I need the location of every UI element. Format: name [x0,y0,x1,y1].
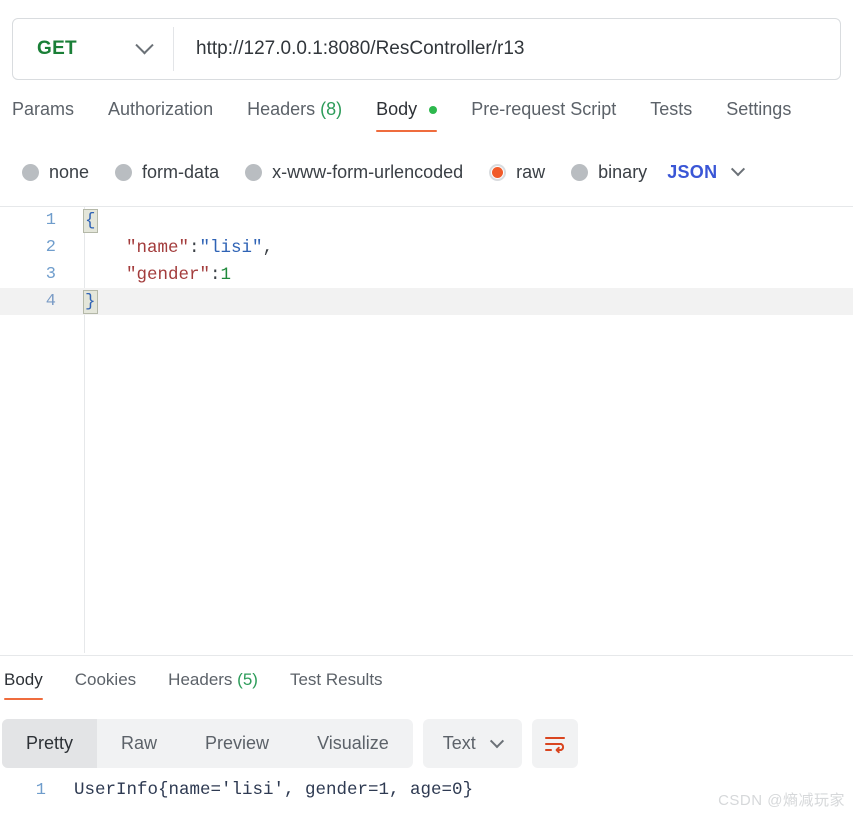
line-number: 4 [45,292,56,311]
response-tab-body-label: Body [4,670,43,689]
word-wrap-toggle[interactable] [531,719,578,768]
tab-pre-request-script[interactable]: Pre-request Script [454,96,633,130]
response-tab-headers-label: Headers [168,670,233,689]
tab-headers-label: Headers [247,99,316,119]
body-modified-dot-icon [429,106,438,115]
raw-format-selector[interactable]: JSON [667,161,746,183]
json-key-gender: "gender" [126,264,211,285]
word-wrap-icon [544,736,565,753]
tab-headers[interactable]: Headers (8) [230,96,359,130]
tab-pre-request-script-label: Pre-request Script [471,99,617,119]
response-tab-test-results-label: Test Results [289,670,383,689]
tab-settings-label: Settings [726,99,792,119]
open-brace-token: { [83,208,98,233]
response-tab-bar: Body Cookies Headers (5) Test Results [0,668,853,708]
line-number: 1 [45,211,56,230]
response-tab-test-results[interactable]: Test Results [274,668,399,700]
radio-none-icon [22,163,39,181]
line-number: 2 [45,238,56,257]
response-format-label: Text [442,733,476,753]
request-url-input[interactable] [174,19,840,79]
body-type-none[interactable]: none [22,162,89,183]
close-brace-token: } [83,289,98,314]
request-body-editor[interactable]: 1 { 2 "name":"lisi", 3 "gender":1 4 } [0,206,853,653]
radio-form-data-icon [115,163,133,181]
view-mode-preview-label: Preview [205,733,270,753]
body-type-urlencoded-label: x-www-form-urlencoded [272,161,464,182]
json-comma: , [262,237,274,258]
watermark: CSDN @熵减玩家 [718,792,845,809]
body-type-none-label: none [49,161,90,182]
response-tab-cookies-label: Cookies [74,670,137,689]
json-colon: : [189,237,200,258]
body-type-binary-label: binary [598,161,648,182]
tab-authorization[interactable]: Authorization [91,96,230,130]
response-tab-headers-count: (5) [237,670,258,689]
view-mode-preview[interactable]: Preview [181,719,293,768]
body-type-urlencoded[interactable]: x-www-form-urlencoded [245,162,463,183]
http-method-selector[interactable]: GET [13,19,173,79]
json-value-gender: 1 [220,264,232,285]
view-mode-raw[interactable]: Raw [97,719,181,768]
response-divider [0,655,853,656]
body-type-form-data[interactable]: form-data [115,162,219,183]
json-colon: : [210,264,221,285]
response-tab-body[interactable]: Body [2,668,59,700]
body-type-raw[interactable]: raw [489,162,545,183]
chevron-down-icon [489,733,504,748]
view-mode-visualize[interactable]: Visualize [293,719,413,768]
response-format-selector[interactable]: Text [422,719,522,768]
json-key-name: "name" [126,237,190,258]
response-tab-headers[interactable]: Headers (5) [152,668,274,700]
editor-line: 3 "gender":1 [0,261,853,288]
tab-body[interactable]: Body [359,96,454,132]
view-mode-pretty[interactable]: Pretty [2,719,98,768]
tab-settings[interactable]: Settings [709,96,808,130]
tab-params[interactable]: Params [12,96,91,130]
tab-headers-count: (8) [320,99,343,119]
raw-format-label: JSON [667,161,718,182]
line-number: 1 [35,780,46,800]
view-mode-pretty-label: Pretty [26,733,74,753]
editor-line: 1 { [0,207,853,234]
tab-tests[interactable]: Tests [633,96,709,130]
response-view-mode-group: Pretty Raw Preview Visualize [2,719,413,768]
http-method-label: GET [37,38,77,59]
view-mode-visualize-label: Visualize [317,733,389,753]
radio-binary-icon [571,163,589,181]
json-value-name: "lisi" [199,237,263,258]
response-tab-cookies[interactable]: Cookies [59,668,152,700]
tab-params-label: Params [12,99,75,119]
editor-line: 2 "name":"lisi", [0,234,853,261]
url-bar: GET [12,18,841,80]
response-body-text: UserInfo{name='lisi', gender=1, age=0} [74,780,474,800]
body-type-raw-label: raw [516,161,546,182]
postman-request-window: GET Params Authorization Headers (8) Bod… [0,0,853,816]
body-type-form-data-label: form-data [142,161,220,182]
radio-urlencoded-icon [245,163,263,181]
radio-raw-icon [489,163,507,181]
tab-authorization-label: Authorization [108,99,214,119]
body-type-options: none form-data x-www-form-urlencoded raw… [22,155,746,189]
line-number: 3 [45,265,56,284]
request-tab-bar: Params Authorization Headers (8) Body Pr… [0,96,853,140]
body-type-binary[interactable]: binary [571,162,647,183]
tab-body-label: Body [376,99,418,119]
view-mode-raw-label: Raw [121,733,158,753]
editor-line-active: 4 } [0,288,853,315]
response-toolbar: Pretty Raw Preview Visualize Text [2,719,578,768]
chevron-down-icon [135,35,154,54]
tab-tests-label: Tests [650,99,693,119]
chevron-down-icon [731,162,746,177]
